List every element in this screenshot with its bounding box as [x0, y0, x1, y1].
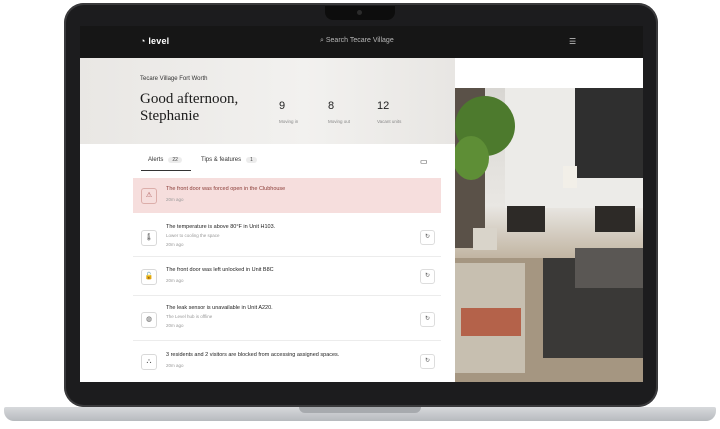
active-tab-indicator — [141, 170, 191, 171]
logo-text: level — [148, 36, 170, 46]
lock-icon: 🔓 — [141, 269, 157, 285]
alert-title: The temperature is above 80°F in Unit H1… — [166, 224, 276, 230]
resolve-icon[interactable]: ↻ — [420, 354, 435, 369]
hero-banner — [80, 58, 455, 144]
divider — [133, 256, 441, 257]
stat-moving-in-value: 9 — [279, 100, 286, 112]
resolve-icon[interactable]: ↻ — [420, 230, 435, 245]
alert-title: 3 residents and 2 visitors are blocked f… — [166, 352, 340, 358]
alert-item-access-blocked[interactable]: ⛬ 3 residents and 2 visitors are blocked… — [133, 344, 441, 378]
terracotta-cushion — [461, 308, 521, 336]
water-drop-icon: ◍ — [141, 312, 157, 328]
alert-time: 20m ago — [166, 278, 184, 283]
patterned-ottoman — [575, 248, 643, 288]
greeting-title: Good afternoon, Stephanie — [140, 91, 239, 124]
tab-alerts-label: Alerts — [148, 157, 164, 163]
lobby-photo — [455, 88, 643, 382]
camera-icon — [357, 10, 362, 15]
alert-title: The front door was left unlocked in Unit… — [166, 267, 274, 273]
menu-icon[interactable]: ☰ — [569, 37, 576, 46]
calendar-icon[interactable]: ▭ — [420, 157, 428, 166]
top-bar: ◔ level ⌕ Search Tecare Village ☰ — [80, 26, 643, 58]
tab-alerts[interactable]: Alerts 22 — [148, 157, 182, 163]
alert-title: The leak sensor is unavailable in Unit A… — [166, 305, 273, 311]
alert-time: 20m ago — [166, 242, 184, 247]
alert-time: 20m ago — [166, 323, 184, 328]
divider — [133, 295, 441, 296]
resolve-icon[interactable]: ↻ — [420, 312, 435, 327]
thermometer-icon: 🌡 — [141, 230, 157, 246]
stat-vacant-value: 12 — [377, 100, 390, 112]
lounge-chair — [595, 206, 635, 232]
resolve-icon[interactable]: ↻ — [420, 269, 435, 284]
stat-moving-in-label: Moving in — [279, 119, 299, 124]
lobby-photo-illustration — [455, 88, 643, 382]
lounge-chair — [507, 206, 545, 232]
alert-time: 20m ago — [166, 363, 184, 368]
people-icon: ⛬ — [141, 354, 157, 370]
laptop-base-groove — [299, 407, 421, 413]
alert-time: 20m ago — [166, 197, 184, 202]
alert-item-door-forced[interactable]: ⚠ The front door was forced open in the … — [133, 178, 441, 213]
alert-title: The front door was forced open in the Cl… — [166, 186, 286, 192]
lamp — [563, 166, 577, 188]
tab-tips-label: Tips & features — [201, 157, 242, 163]
alert-item-temperature[interactable]: 🌡 The temperature is above 80°F in Unit … — [133, 219, 441, 255]
alert-item-leak-sensor[interactable]: ◍ The leak sensor is unavailable in Unit… — [133, 301, 441, 337]
stat-moving-out-label: Moving out — [328, 119, 351, 124]
alert-subtitle: The Level hub is offline — [166, 314, 213, 319]
search-input[interactable]: ⌕ Search Tecare Village — [320, 37, 394, 45]
divider — [133, 340, 441, 341]
tab-tips[interactable]: Tips & features 1 — [201, 157, 257, 163]
tab-alerts-count: 22 — [168, 157, 182, 163]
app-screen: ◔ level ⌕ Search Tecare Village ☰ Tecare… — [80, 26, 643, 382]
stat-moving-out-value: 8 — [328, 100, 335, 112]
logo[interactable]: ◔ level — [140, 36, 169, 46]
fireplace-hood — [575, 88, 643, 178]
community-name: Tecare Village Fort Worth — [140, 76, 208, 82]
stat-vacant-label: Vacant units — [377, 119, 402, 124]
tab-tips-count: 1 — [246, 157, 257, 163]
alert-item-door-unlocked[interactable]: 🔓 The front door was left unlocked in Un… — [133, 260, 441, 292]
planter — [473, 228, 497, 250]
warning-icon: ⚠ — [141, 188, 157, 204]
search-placeholder: Search Tecare Village — [325, 37, 394, 44]
alert-subtitle: Lower to cooling the space — [166, 233, 220, 238]
